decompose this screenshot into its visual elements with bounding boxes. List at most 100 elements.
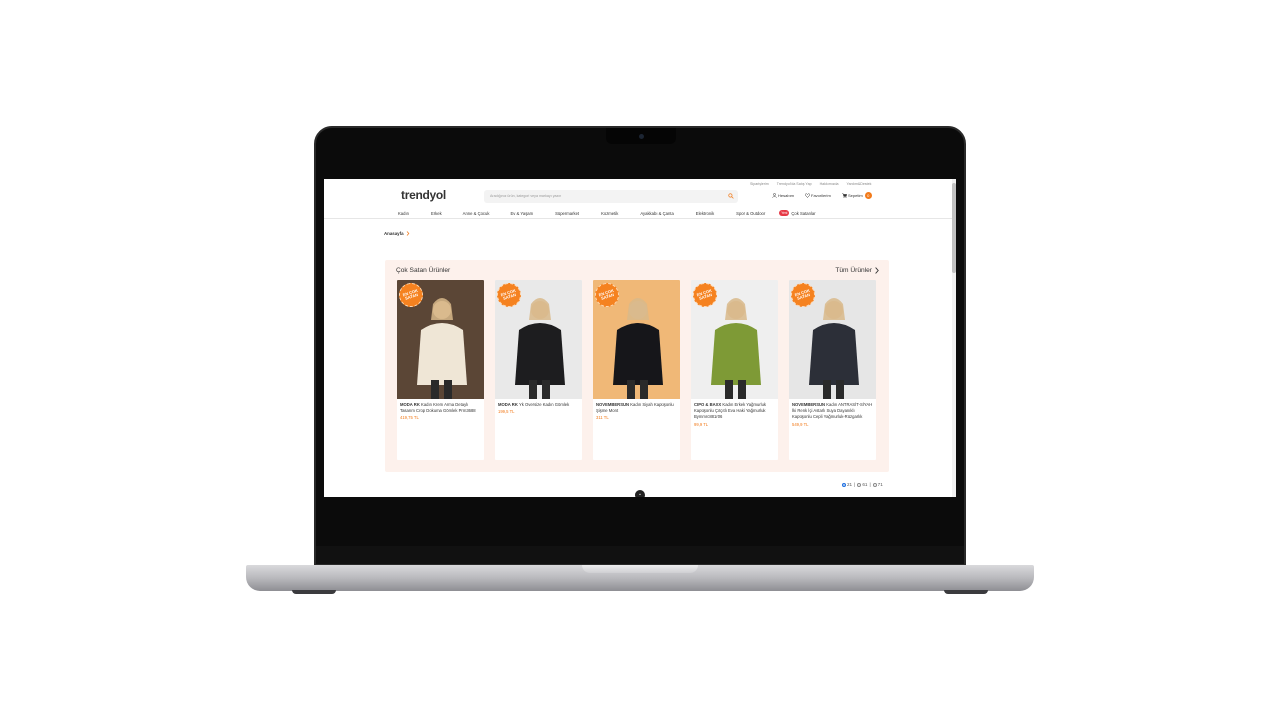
model-outfit — [613, 323, 663, 385]
site-logo[interactable]: trendyol — [401, 188, 446, 202]
account-button[interactable]: Hesabım — [772, 193, 794, 198]
product-brand: MODA RK — [400, 402, 420, 407]
nav-item-label: Çok Satanlar — [791, 210, 816, 216]
nav-item[interactable]: Elektronik — [696, 210, 714, 216]
chevron-right-icon — [406, 231, 409, 236]
product-info[interactable]: CIPO & BAXX Kadın Erkek Yağmurluk Kapüşo… — [691, 399, 778, 431]
nav-item[interactable]: Süpermarket — [555, 210, 579, 216]
nav-item[interactable]: Ayakkabı & Çanta — [640, 210, 673, 216]
all-products-link[interactable]: Tüm Ürünler — [835, 267, 879, 274]
radio-icon[interactable] — [842, 482, 846, 487]
nav-item[interactable]: Spor & Outdoor — [736, 210, 765, 216]
all-products-label: Tüm Ürünler — [835, 267, 872, 274]
top-links: Siparişlerim Trendyol'da Satış Yap Hakkı… — [750, 182, 871, 186]
product-info[interactable]: MODA RK Kadın Krem Arma Detaylı Tasarım … — [397, 399, 484, 425]
product-info[interactable]: NOVEMBERSUN Kadın Siyah Kapüşonlu Şişme … — [593, 399, 680, 425]
product-price: 311 TL — [596, 415, 609, 421]
top-link[interactable]: Trendyol'da Satış Yap — [777, 182, 812, 186]
camera-icon — [639, 134, 644, 139]
seal-text: EN ÇOK SATAN — [793, 287, 811, 301]
nav-item-best-sellers[interactable]: Yeni Çok Satanlar — [779, 210, 816, 216]
model-leg — [823, 380, 831, 399]
chevron-down-icon[interactable]: ⌄ — [635, 490, 645, 497]
nav-divider — [324, 218, 952, 219]
breadcrumb[interactable]: Anasayfa — [384, 231, 410, 236]
favorites-button[interactable]: Favorilerim — [805, 193, 831, 198]
user-icon — [772, 193, 777, 198]
account-label: Hesabım — [778, 193, 795, 198]
breadcrumb-home[interactable]: Anasayfa — [384, 231, 404, 236]
radio-icon[interactable] — [857, 482, 862, 487]
top-link[interactable]: Siparişlerim — [750, 182, 769, 186]
seal-text: EN ÇOK SATAN — [499, 287, 517, 301]
product-image[interactable]: EN ÇOK SATAN — [495, 280, 582, 399]
model-leg — [640, 380, 648, 399]
nav-item[interactable]: Kozmetik — [601, 210, 618, 216]
product-image[interactable]: EN ÇOK SATAN — [593, 280, 680, 399]
product-card[interactable]: EN ÇOK SATAN NOVEMBERSUN Kadın Siyah Kap… — [593, 280, 680, 460]
model-outfit — [515, 323, 565, 385]
product-info[interactable]: MODA RK Yk Oversize Kadın Gömlek 199,5 T… — [495, 399, 582, 418]
cart-label: Sepetim — [848, 193, 863, 198]
product-image[interactable]: EN ÇOK SATAN — [789, 280, 876, 399]
pager-separator: | — [869, 482, 871, 487]
model-leg — [836, 380, 844, 399]
pager-label: 21 — [847, 482, 853, 487]
product-brand: MODA RK — [498, 402, 518, 407]
cart-count-badge: 0 — [864, 192, 872, 199]
radio-icon[interactable] — [872, 482, 877, 487]
product-name: Yk Oversize Kadın Gömlek — [518, 402, 570, 407]
model-leg — [738, 380, 746, 399]
product-card[interactable]: EN ÇOK SATAN MODA RK Yk Oversize Kadın G… — [495, 280, 582, 460]
pager-separator: | — [854, 482, 856, 487]
nav-item[interactable]: Erkek — [431, 210, 442, 216]
model-leg — [431, 380, 439, 399]
laptop-base-notch — [582, 565, 698, 573]
slide-pager: 21 | 61 | 71 — [842, 482, 883, 487]
cart-button[interactable]: Sepetim 0 — [842, 192, 872, 199]
new-badge: Yeni — [779, 210, 790, 216]
search-input[interactable]: Aradığınız ürün, kategori veya markayı y… — [490, 194, 561, 198]
seal-text: EN ÇOK SATAN — [401, 287, 419, 301]
seal-text: EN ÇOK SATAN — [695, 287, 713, 301]
scrollbar-thumb[interactable] — [952, 183, 956, 273]
scrollbar[interactable] — [952, 179, 956, 497]
seal-text: EN ÇOK SATAN — [597, 287, 615, 301]
pager-label: 61 — [862, 482, 868, 487]
pager-option[interactable]: 61 | — [857, 482, 871, 487]
best-sellers-section: Çok Satan Ürünler Tüm Ürünler EN ÇOK SAT… — [385, 260, 889, 472]
nav-item[interactable]: Kadın — [398, 210, 409, 216]
product-info[interactable]: NOVEMBERSUN Kadın ANTRASİT-SİYAH İki Ren… — [789, 399, 876, 431]
laptop-chin — [316, 546, 964, 564]
chevron-right-icon — [875, 267, 879, 274]
pager-option[interactable]: 71 — [872, 482, 883, 487]
model-leg — [444, 380, 452, 399]
search-bar[interactable]: Aradığınız ürün, kategori veya markayı y… — [484, 190, 738, 203]
product-image[interactable]: EN ÇOK SATAN — [397, 280, 484, 399]
top-link[interactable]: Yardım&Destek — [847, 182, 872, 186]
product-carousel: EN ÇOK SATAN MODA RK Kadın Krem Arma Det… — [397, 280, 876, 460]
browser-viewport: Siparişlerim Trendyol'da Satış Yap Hakkı… — [324, 179, 956, 497]
pager-option[interactable]: 21 | — [842, 482, 855, 487]
laptop-base — [246, 565, 1034, 591]
product-card[interactable]: EN ÇOK SATAN NOVEMBERSUN Kadın ANTRASİT-… — [789, 280, 876, 460]
cart-icon — [842, 193, 847, 198]
product-brand: CIPO & BAXX — [694, 402, 722, 407]
search-icon[interactable] — [728, 193, 734, 199]
nav-item[interactable]: Ev & Yaşam — [510, 210, 533, 216]
product-brand: NOVEMBERSUN — [792, 402, 826, 407]
model-leg — [529, 380, 537, 399]
product-price: 199,5 TL — [498, 409, 515, 415]
model-outfit — [809, 323, 859, 385]
model-leg — [542, 380, 550, 399]
product-card[interactable]: EN ÇOK SATAN CIPO & BAXX Kadın Erkek Yağ… — [691, 280, 778, 460]
model-outfit — [711, 323, 761, 385]
nav-item[interactable]: Anne & Çocuk — [463, 210, 490, 216]
laptop-foot-left — [292, 590, 336, 594]
top-link[interactable]: Hakkımızda — [820, 182, 839, 186]
heart-icon — [805, 193, 810, 198]
product-price: 99,9 TL — [694, 421, 709, 427]
product-price: 419,75 TL — [400, 415, 419, 421]
product-image[interactable]: EN ÇOK SATAN — [691, 280, 778, 399]
product-card[interactable]: EN ÇOK SATAN MODA RK Kadın Krem Arma Det… — [397, 280, 484, 460]
